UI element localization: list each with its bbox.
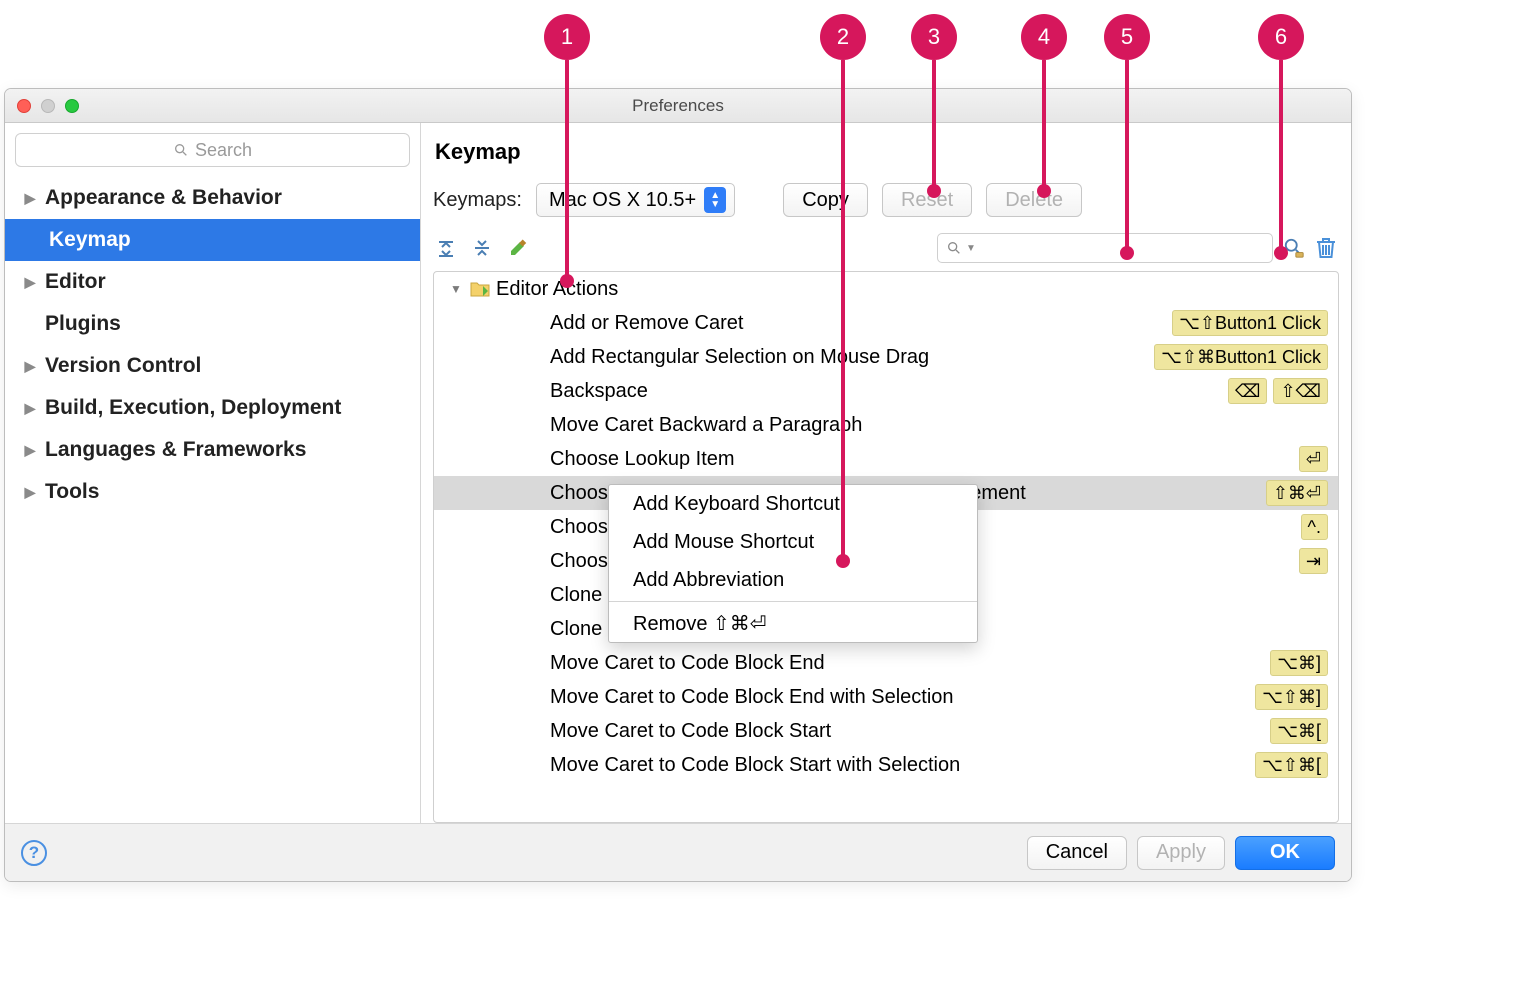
sidebar-item-tools[interactable]: ▶ Tools <box>5 471 420 513</box>
sidebar-item-plugins[interactable]: Plugins <box>5 303 420 345</box>
tree-action-row[interactable]: Move Caret to Code Block Start ⌥⌘[ <box>434 714 1338 748</box>
tree-action-row[interactable]: Choose Lookup Item ⏎ <box>434 442 1338 476</box>
sidebar-item-languages-frameworks[interactable]: ▶ Languages & Frameworks <box>5 429 420 471</box>
sidebar-item-label: Build, Execution, Deployment <box>45 396 341 420</box>
zoom-window-button[interactable] <box>65 99 79 113</box>
tree-action-row[interactable]: Move Caret to Code Block End with Select… <box>434 680 1338 714</box>
tree-action-row[interactable]: Add or Remove Caret⌥⇧Button1 Click <box>434 306 1338 340</box>
shortcut-badge: ⌥⇧⌘[ <box>1255 752 1328 778</box>
shortcut-badge: ⌥⇧⌘] <box>1255 684 1328 710</box>
callout-6: 6 <box>1258 14 1304 60</box>
shortcut-badge: ⌥⇧⌘Button1 Click <box>1154 344 1328 370</box>
callout-1: 1 <box>544 14 590 60</box>
sidebar-search-input[interactable]: Search <box>15 133 410 167</box>
tree-action-row[interactable]: Backspace ⌫⇧⌫ <box>434 374 1338 408</box>
disclosure-triangle-icon: ▶ <box>23 442 37 459</box>
action-label: Move Caret to Code Block End with Select… <box>550 686 1249 709</box>
action-label: Choose Lookup Item <box>550 448 1293 471</box>
action-label: Move Caret to Code Block End <box>550 652 1264 675</box>
sidebar-item-editor[interactable]: ▶ Editor <box>5 261 420 303</box>
sidebar-item-label: Appearance & Behavior <box>45 186 282 210</box>
callout-5: 5 <box>1104 14 1150 60</box>
shortcut-badge: ⇥ <box>1299 548 1328 574</box>
sidebar-item-keymap[interactable]: Keymap <box>5 219 420 261</box>
action-label: Move Caret to Code Block Start with Sele… <box>550 754 1249 777</box>
action-label: Move Caret to Code Block Start <box>550 720 1264 743</box>
actions-tree[interactable]: ▼ Editor Actions Add or Remove Caret⌥⇧Butt… <box>433 271 1339 823</box>
ctx-add-abbreviation[interactable]: Add Abbreviation <box>609 561 977 599</box>
shortcut-badge: ⌥⌘[ <box>1270 718 1328 744</box>
keymaps-label: Keymaps: <box>433 189 522 212</box>
sidebar-item-label: Languages & Frameworks <box>45 438 306 462</box>
disclosure-triangle-icon: ▶ <box>23 274 37 291</box>
callout-2: 2 <box>820 14 866 60</box>
cancel-button[interactable]: Cancel <box>1027 836 1127 870</box>
shortcut-badge: ⌥⌘] <box>1270 650 1328 676</box>
collapse-all-icon[interactable] <box>471 237 493 259</box>
apply-button[interactable]: Apply <box>1137 836 1225 870</box>
disclosure-triangle-icon: ▼ <box>448 282 464 296</box>
sidebar-item-label: Version Control <box>45 354 201 378</box>
callout-4: 4 <box>1021 14 1067 60</box>
action-label: Backspace <box>550 380 1222 403</box>
context-menu: Add Keyboard Shortcut Add Mouse Shortcut… <box>608 484 978 643</box>
trash-icon[interactable] <box>1315 237 1337 259</box>
sidebar-item-version-control[interactable]: ▶ Version Control <box>5 345 420 387</box>
sidebar-item-label: Editor <box>45 270 106 294</box>
sidebar-item-label: Keymap <box>49 228 131 252</box>
dialog-footer: ? Cancel Apply OK <box>5 823 1351 881</box>
disclosure-triangle-icon: ▶ <box>23 484 37 501</box>
chevron-up-down-icon: ▲▼ <box>704 187 726 213</box>
shortcut-badge: ⌥⇧Button1 Click <box>1172 310 1328 336</box>
minimize-window-button[interactable] <box>41 99 55 113</box>
callout-3: 3 <box>911 14 957 60</box>
shortcut-badge: ^. <box>1301 514 1328 540</box>
disclosure-triangle-icon: ▶ <box>23 190 37 207</box>
ctx-remove-shortcut[interactable]: Remove ⇧⌘⏎ <box>609 604 977 642</box>
shortcut-badge: ⇧⌘⏎ <box>1266 480 1328 506</box>
shortcut-badge: ⇧⌫ <box>1273 378 1328 404</box>
help-button[interactable]: ? <box>21 840 47 866</box>
action-label: Move Caret Backward a Paragraph <box>550 414 1328 437</box>
sidebar-item-label: Tools <box>45 480 99 504</box>
disclosure-triangle-icon: ▶ <box>23 400 37 417</box>
window-controls <box>5 99 79 113</box>
ctx-add-mouse-shortcut[interactable]: Add Mouse Shortcut <box>609 523 977 561</box>
folder-label: Editor Actions <box>496 278 1328 301</box>
folder-icon <box>470 281 490 297</box>
sidebar-item-build-execution-deployment[interactable]: ▶ Build, Execution, Deployment <box>5 387 420 429</box>
shortcut-badge: ⌫ <box>1228 378 1267 404</box>
tree-action-row[interactable]: Move Caret Backward a Paragraph <box>434 408 1338 442</box>
shortcut-badge: ⏎ <box>1299 446 1328 472</box>
ctx-add-keyboard-shortcut[interactable]: Add Keyboard Shortcut <box>609 485 977 523</box>
sidebar-item-label: Plugins <box>45 312 121 336</box>
disclosure-triangle-icon: ▶ <box>23 358 37 375</box>
search-placeholder: Search <box>195 140 252 161</box>
expand-all-icon[interactable] <box>435 237 457 259</box>
tree-action-row[interactable]: Add Rectangular Selection on Mouse Drag⌥… <box>434 340 1338 374</box>
tree-action-row[interactable]: Move Caret to Code Block Start with Sele… <box>434 748 1338 782</box>
preferences-nav: ▶ Appearance & Behavior Keymap ▶ Editor Plug… <box>5 177 420 513</box>
tree-action-row[interactable]: Move Caret to Code Block End ⌥⌘] <box>434 646 1338 680</box>
edit-icon[interactable] <box>507 237 529 259</box>
ok-button[interactable]: OK <box>1235 836 1335 870</box>
sidebar-item-appearance-behavior[interactable]: ▶ Appearance & Behavior <box>5 177 420 219</box>
close-window-button[interactable] <box>17 99 31 113</box>
search-icon <box>173 142 189 158</box>
preferences-sidebar: Search ▶ Appearance & Behavior Keymap ▶ Edit… <box>5 123 421 823</box>
